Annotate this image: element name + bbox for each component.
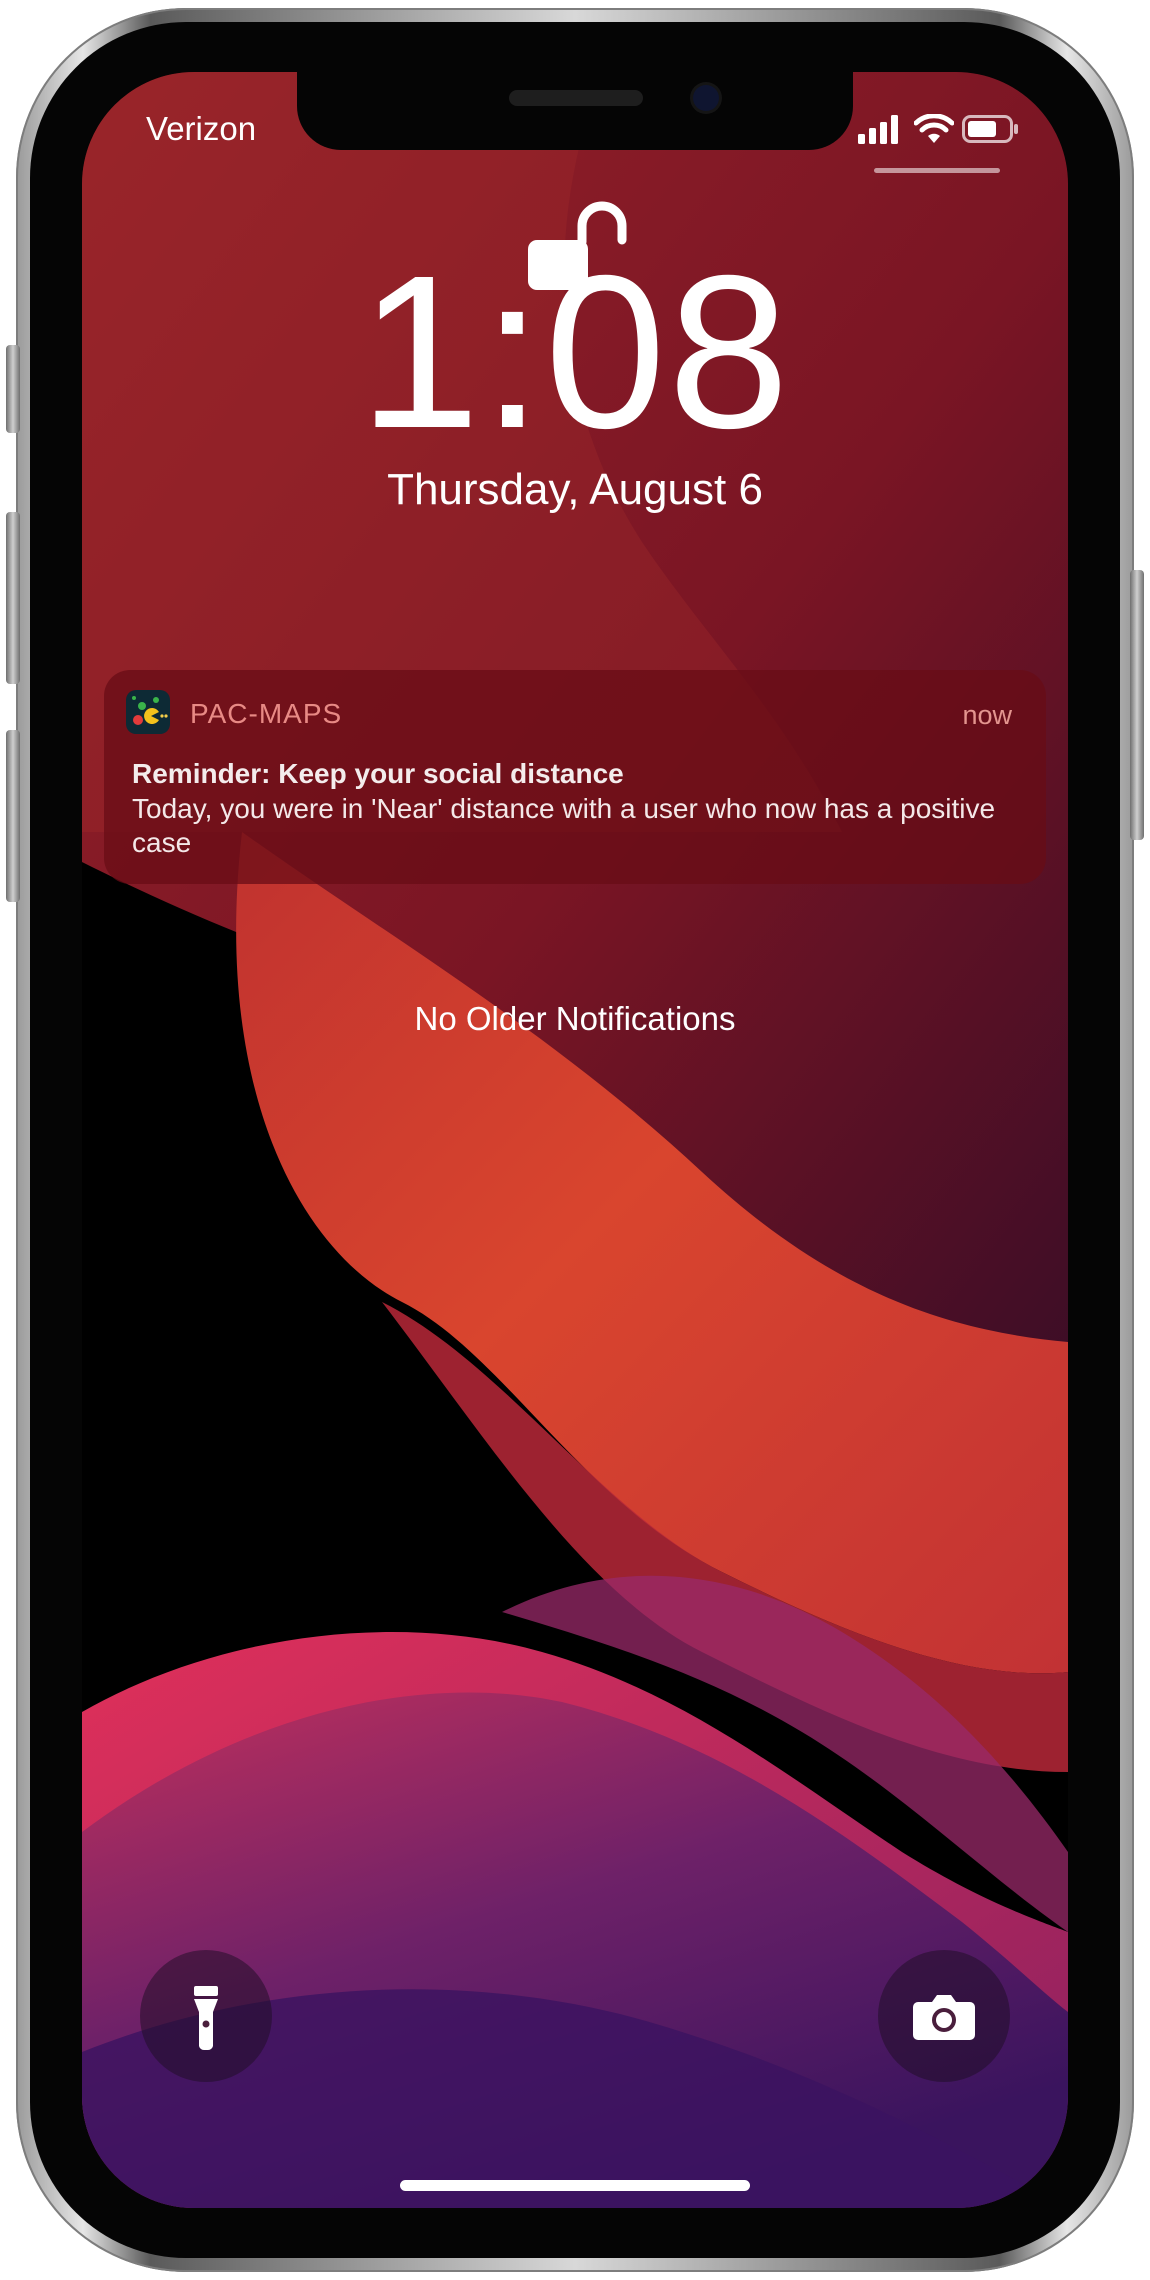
volume-down-button	[6, 730, 20, 902]
status-icons	[858, 108, 1028, 148]
lock-screen-time: 1:08	[358, 231, 792, 474]
notification-title: Reminder: Keep your social distance	[132, 758, 624, 789]
notification-time: now	[962, 700, 1012, 730]
pac-maps-app-icon	[126, 690, 170, 734]
notification-card[interactable]: PAC-MAPS now Reminder: Keep your social …	[104, 670, 1046, 884]
home-indicator[interactable]	[400, 2180, 750, 2191]
flashlight-icon	[194, 1986, 218, 2051]
no-older-notifications-label: No Older Notifications	[414, 1000, 736, 1037]
front-camera	[693, 85, 719, 111]
power-button	[1130, 570, 1144, 840]
carrier-label: Verizon	[146, 110, 257, 147]
notification-app-name: PAC-MAPS	[190, 698, 343, 729]
camera-button[interactable]	[878, 1950, 1010, 2082]
silent-switch	[6, 345, 20, 433]
battery-icon	[962, 115, 1018, 143]
wifi-icon	[914, 114, 954, 143]
flashlight-button[interactable]	[140, 1950, 272, 2082]
volume-up-button	[6, 512, 20, 684]
camera-icon	[913, 1995, 975, 2040]
cellular-signal-icon	[858, 115, 898, 144]
notch	[297, 72, 853, 150]
earpiece-speaker	[509, 90, 643, 106]
control-center-indicator[interactable]	[874, 168, 1000, 173]
lock-screen: Verizon 1:08 Thursday, August 6 PAC-MAPS…	[82, 72, 1068, 2208]
notification-body: Today, you were in 'Near' distance with …	[132, 793, 996, 858]
lock-screen-date: Thursday, August 6	[387, 465, 763, 514]
